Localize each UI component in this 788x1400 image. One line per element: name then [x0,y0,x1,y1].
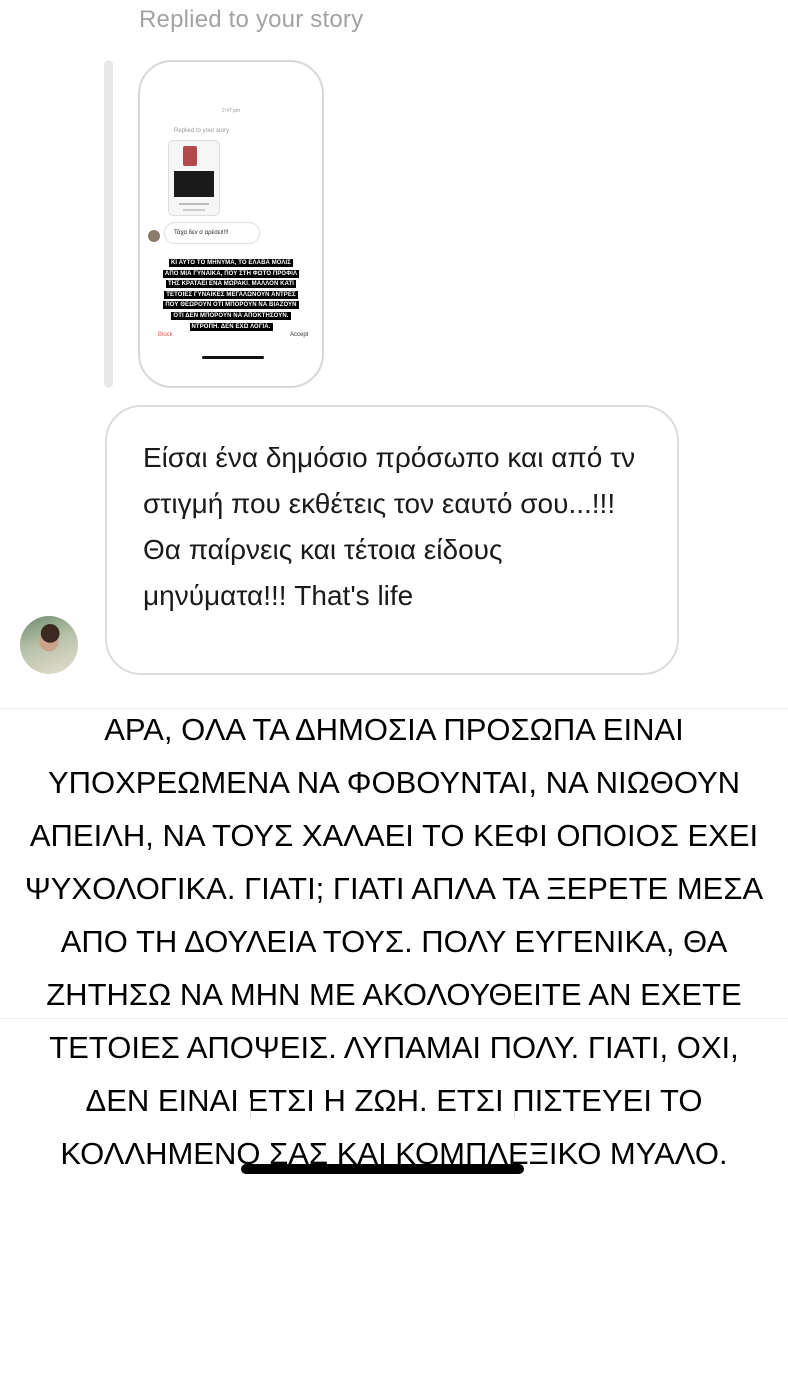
message-bubble[interactable]: Είσαι ένα δημόσιο πρόσωπο και από τν στι… [105,405,679,675]
story-preview-text-block [174,171,214,197]
story-preview-replied-label: Replied to your story [174,128,230,134]
story-preview-time: 2:47 pm [221,108,241,114]
overlay-text-line: ΑΡΑ, ΟΛΑ ΤΑ ΔΗΜΟΣΙΑ ΠΡΟΣΩΠΑ ΕΙΝΑΙ [94,710,694,749]
home-indicator[interactable] [241,1164,524,1174]
overlay-text-line: ΥΠΟΧΡΕΩΜΕΝΑ ΝΑ ΦΟΒΟΥΝΤΑΙ, ΝΑ ΝΙΩΘΟΥΝ [37,763,751,802]
story-preview-reply-bubble: Τάχα δεν σ αρέσει!!!! [164,222,260,244]
message-text: Είσαι ένα δημόσιο πρόσωπο και από τν στι… [143,442,636,611]
guide-tick [250,1098,251,1118]
replied-to-story-label: Replied to your story [139,6,364,33]
overlay-text-line: ΑΠΕΙΛΗ, ΝΑ ΤΟΥΣ ΧΑΛΑΕΙ ΤΟ ΚΕΦΙ ΟΠΟΙΟΣ ΕΧ… [19,816,769,855]
story-preview-overlay-line: ΑΠΟ ΜΙΑ ΓΥΝΑΙΚΑ, ΠΟΥ ΣΤΗ ΦΩΤΟ ΠΡΟΦΙΛ [162,269,300,278]
story-preview-thumbnail[interactable]: 2:47 pm Replied to your story Τάχα δεν σ… [138,60,324,388]
guide-tick [514,1098,515,1118]
story-preview-inner-story [168,140,220,216]
story-preview-overlay-line: ΤΗΣ ΚΡΑΤΑΕΙ ΕΝΑ ΜΩΡΑΚΙ. ΜΑΛΛΟΝ ΚΑΤΙ [165,280,297,289]
story-preview-overlay-line: ΟΤΙ ΔΕΝ ΜΠΟΡΟΥΝ ΝΑ ΑΠΟΚΤΗΣΟΥΝ. [171,311,291,320]
story-preview-block-button: Block [158,332,173,338]
sender-avatar[interactable] [20,616,78,674]
story-preview-overlay-line: ΠΟΥ ΘΕΩΡΟΥΝ ΟΤΙ ΜΠΟΡΟΥΝ ΝΑ ΒΙΑΖΟΥΝ [163,301,299,310]
story-preview-avatar [148,230,160,242]
story-preview-overlay-line: ΝΤΡΟΠΗ. ΔΕΝ ΕΧΩ ΛΟΓΙΑ. [189,322,273,331]
story-preview-line [179,203,209,205]
overlay-text-line: ΤΕΤΟΙΕΣ ΑΠΟΨΕΙΣ. ΛΥΠΑΜΑΙ ΠΟΛΥ. ΓΙΑΤΙ, ΟΧ… [39,1028,749,1067]
overlay-text-line: ΖΗΤΗΣΩ ΝΑ ΜΗΝ ΜΕ ΑΚΟΛΟΥΘΕΙΤΕ ΑΝ ΕΧΕΤΕ [36,975,752,1014]
story-preview-home-indicator [202,356,264,359]
reply-quote-bar [104,60,113,388]
overlay-text-line: ΔΕΝ ΕΙΝΑΙ ΕΤΣΙ Η ΖΩΗ. ΕΤΣΙ ΠΙΣΤΕΥΕΙ ΤΟ [75,1081,713,1120]
story-preview-overlay-line: ΤΕΤΟΙΕΣ ΓΥΝΑΙΚΕΣ ΜΕΓΑΛΩΝΟΥΝ ΑΝΤΡΕΣ [164,290,298,299]
overlay-text-line: ΨΥΧΟΛΟΓΙΚΑ. ΓΙΑΤΙ; ΓΙΑΤΙ ΑΠΛΑ ΤΑ ΞΕΡΕΤΕ … [14,869,774,908]
story-preview-overlay-text: ΚΙ ΑΥΤΟ ΤΟ ΜΗΝΥΜΑ, ΤΟ ΕΛΑΒΑ ΜΟΛΙΣ ΑΠΟ ΜΙ… [140,258,322,332]
story-preview-accept-button: Accept [290,332,309,338]
overlay-text-block: ΑΡΑ, ΟΛΑ ΤΑ ΔΗΜΟΣΙΑ ΠΡΟΣΩΠΑ ΕΙΝΑΙ ΥΠΟΧΡΕ… [0,703,788,1180]
story-preview-photo [183,146,197,166]
story-preview-overlay-line: ΚΙ ΑΥΤΟ ΤΟ ΜΗΝΥΜΑ, ΤΟ ΕΛΑΒΑ ΜΟΛΙΣ [169,259,293,267]
story-preview-line [183,209,205,211]
overlay-text-line: ΑΠΟ ΤΗ ΔΟΥΛΕΙΑ ΤΟΥΣ. ΠΟΛΥ ΕΥΓΕΝΙΚΑ, ΘΑ [50,922,738,961]
